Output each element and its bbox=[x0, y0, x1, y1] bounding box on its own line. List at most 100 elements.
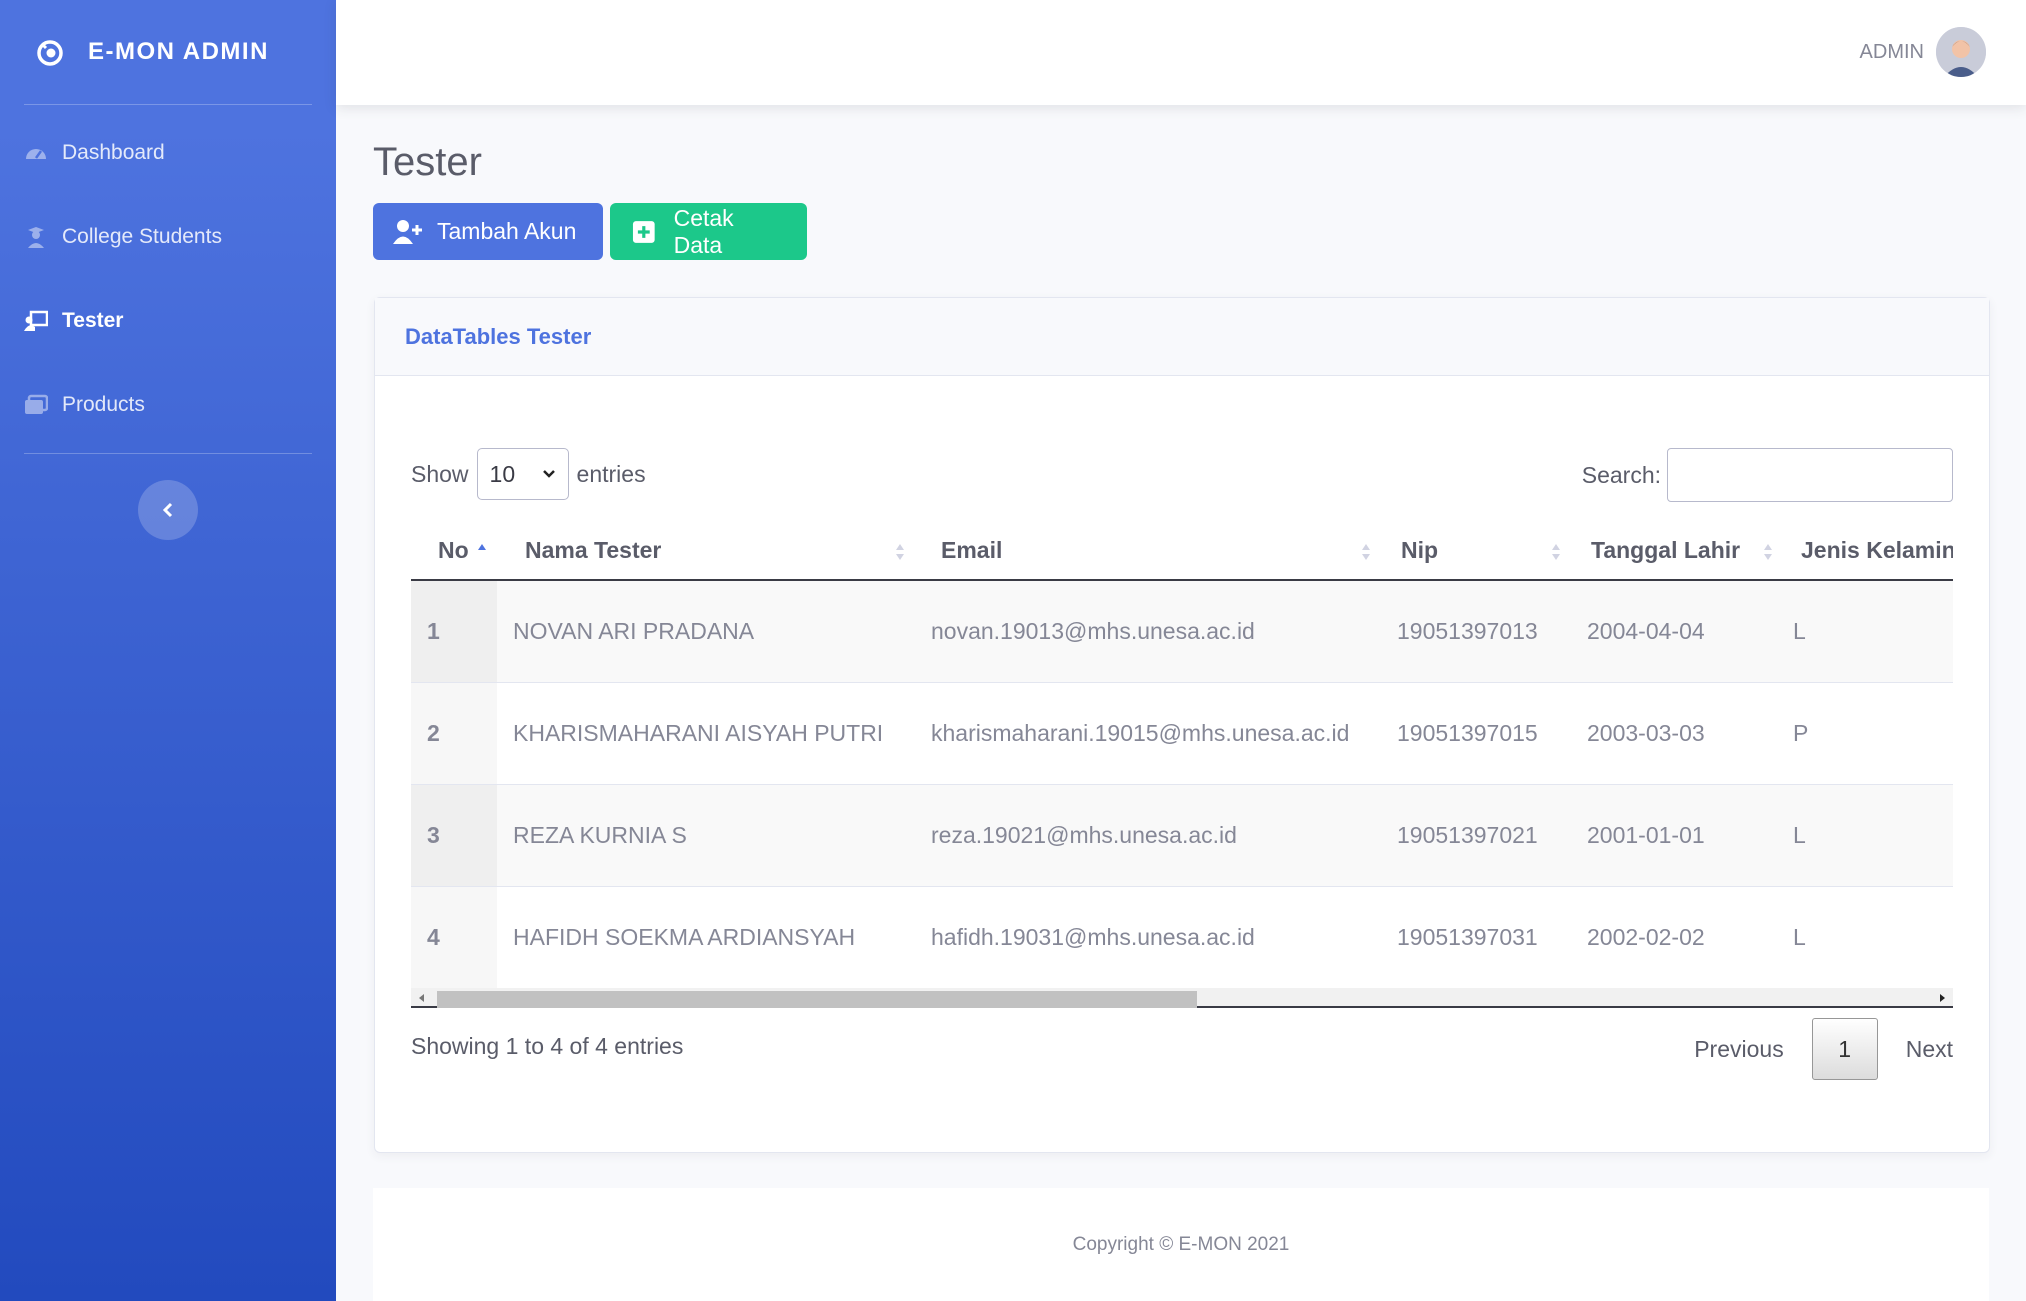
sidebar-item-dashboard[interactable]: Dashboard bbox=[0, 111, 336, 195]
cell-name: NOVAN ARI PRADANA bbox=[497, 580, 915, 683]
chevron-down-icon bbox=[542, 470, 555, 478]
column-header-tanggal-lahir[interactable]: Tanggal Lahir bbox=[1571, 522, 1777, 581]
cell-nip: 19051397015 bbox=[1381, 682, 1571, 785]
avatar-icon bbox=[1936, 27, 1986, 77]
sidebar-item-college-students[interactable]: College Students bbox=[0, 195, 336, 279]
chevron-left-icon bbox=[162, 502, 173, 518]
user-plus-icon bbox=[393, 219, 422, 244]
card-header: DataTables Tester bbox=[375, 298, 1989, 376]
previous-page-button[interactable]: Previous bbox=[1694, 1036, 1783, 1063]
cell-email: reza.19021@mhs.unesa.ac.id bbox=[915, 784, 1381, 887]
add-account-label: Tambah Akun bbox=[437, 218, 577, 244]
username: ADMIN bbox=[1859, 40, 1924, 63]
page-title: Tester bbox=[373, 140, 482, 184]
brand-link[interactable]: E-MON ADMIN bbox=[0, 0, 336, 104]
sort-asc-icon bbox=[478, 544, 486, 550]
search-input[interactable] bbox=[1667, 448, 1953, 502]
entries-select-value: 10 bbox=[489, 460, 516, 487]
cell-name: REZA KURNIA S bbox=[497, 784, 915, 887]
sidebar-item-label: College Students bbox=[62, 225, 222, 248]
cell-birthdate: 2004-04-04 bbox=[1571, 580, 1777, 683]
cell-birthdate: 2001-01-01 bbox=[1571, 784, 1777, 887]
entries-label: entries bbox=[576, 460, 646, 487]
cell-birthdate: 2003-03-03 bbox=[1571, 682, 1777, 785]
show-entries: Show 10 entries bbox=[411, 448, 646, 500]
cell-no: 2 bbox=[411, 682, 497, 785]
print-data-button[interactable]: Cetak Data bbox=[610, 203, 807, 260]
cell-birthdate: 2002-02-02 bbox=[1571, 886, 1777, 989]
avatar bbox=[1936, 27, 1986, 77]
sidebar-item-label: Products bbox=[62, 393, 145, 416]
column-header-label: Email bbox=[941, 537, 1003, 563]
cell-no: 1 bbox=[411, 580, 497, 683]
sidebar-toggle-button[interactable] bbox=[138, 480, 198, 540]
column-header-nip[interactable]: Nip bbox=[1381, 522, 1571, 581]
datatable-controls: Show 10 entries Search: bbox=[411, 448, 1953, 502]
print-data-label: Cetak Data bbox=[673, 204, 734, 258]
cell-name: KHARISMAHARANI AISYAH PUTRI bbox=[497, 682, 915, 785]
search: Search: bbox=[1582, 448, 1953, 502]
search-label: Search: bbox=[1581, 461, 1661, 488]
card-title: DataTables Tester bbox=[405, 323, 592, 349]
cell-email: novan.19013@mhs.unesa.ac.id bbox=[915, 580, 1381, 683]
column-header-nama-tester[interactable]: Nama Tester bbox=[497, 522, 915, 581]
footer: Copyright © E-MON 2021 bbox=[373, 1188, 1989, 1301]
user-dropdown[interactable]: ADMIN bbox=[1860, 27, 1986, 77]
table-row: 3 REZA KURNIA S reza.19021@mhs.unesa.ac.… bbox=[411, 784, 1953, 887]
column-header-jenis-kelamin[interactable]: Jenis Kelamin bbox=[1777, 522, 1953, 581]
cell-gender: L bbox=[1777, 886, 1953, 989]
scroll-left-arrow-icon[interactable] bbox=[417, 993, 427, 1003]
images-icon bbox=[25, 394, 48, 414]
cell-gender: L bbox=[1777, 580, 1953, 683]
entries-select[interactable]: 10 bbox=[476, 448, 569, 500]
sidebar-item-label: Tester bbox=[62, 309, 124, 332]
sidebar-divider bbox=[24, 453, 312, 454]
brand-title: E-MON ADMIN bbox=[88, 38, 269, 65]
page-button-current[interactable]: 1 bbox=[1811, 1018, 1878, 1080]
sidebar-item-label: Dashboard bbox=[62, 141, 165, 164]
column-header-label: No bbox=[438, 537, 469, 563]
tachometer-icon bbox=[26, 149, 46, 159]
next-page-button[interactable]: Next bbox=[1906, 1036, 1953, 1063]
cell-gender: L bbox=[1777, 784, 1953, 887]
cell-no: 3 bbox=[411, 784, 497, 887]
sidebar: E-MON ADMIN Dashboard College Students T… bbox=[0, 0, 336, 1301]
user-graduate-icon bbox=[28, 227, 44, 248]
cell-nip: 19051397013 bbox=[1381, 580, 1571, 683]
table-row: 4 HAFIDH SOEKMA ARDIANSYAH hafidh.19031@… bbox=[411, 886, 1953, 989]
cell-nip: 19051397021 bbox=[1381, 784, 1571, 887]
sort-icon bbox=[896, 544, 904, 560]
cell-gender: P bbox=[1777, 682, 1953, 785]
sort-icon bbox=[1764, 544, 1772, 560]
show-label: Show bbox=[411, 460, 469, 487]
cell-nip: 19051397031 bbox=[1381, 886, 1571, 989]
column-header-email[interactable]: Email bbox=[915, 522, 1381, 581]
data-table: No Nama Tester Email Nip Tanggal Lahir J… bbox=[411, 522, 1953, 989]
sidebar-item-tester[interactable]: Tester bbox=[0, 279, 336, 363]
cell-name: HAFIDH SOEKMA ARDIANSYAH bbox=[497, 886, 915, 989]
cell-no: 4 bbox=[411, 886, 497, 989]
column-header-label: Nip bbox=[1401, 537, 1439, 563]
pagination: Previous 1 Next bbox=[1694, 1018, 1953, 1080]
column-header-label: Nama Tester bbox=[525, 537, 662, 563]
scrollbar-thumb[interactable] bbox=[437, 991, 1197, 1008]
table-scroll-area: No Nama Tester Email Nip Tanggal Lahir J… bbox=[411, 522, 1953, 989]
topbar: ADMIN bbox=[336, 0, 2026, 105]
table-row: 1 NOVAN ARI PRADANA novan.19013@mhs.unes… bbox=[411, 580, 1953, 683]
column-header-label: Jenis Kelamin bbox=[1801, 537, 1953, 563]
horizontal-scrollbar[interactable] bbox=[411, 988, 1953, 1008]
add-account-button[interactable]: Tambah Akun bbox=[373, 203, 603, 260]
datatable-card: DataTables Tester Show 10 entries Search… bbox=[374, 297, 1990, 1153]
column-header-label: Tanggal Lahir bbox=[1591, 537, 1741, 563]
table-info: Showing 1 to 4 of 4 entries bbox=[411, 1033, 684, 1059]
chalkboard-teacher-icon bbox=[24, 310, 48, 331]
scroll-right-arrow-icon[interactable] bbox=[1937, 993, 1947, 1003]
brand-logo-icon bbox=[37, 40, 63, 66]
cell-email: kharismaharani.19015@mhs.unesa.ac.id bbox=[915, 682, 1381, 785]
cell-email: hafidh.19031@mhs.unesa.ac.id bbox=[915, 886, 1381, 989]
sort-icon bbox=[1552, 544, 1560, 560]
column-header-no[interactable]: No bbox=[411, 522, 497, 581]
plus-square-icon bbox=[632, 220, 655, 243]
sidebar-item-products[interactable]: Products bbox=[0, 363, 336, 447]
table-row: 2 KHARISMAHARANI AISYAH PUTRI kharismaha… bbox=[411, 682, 1953, 785]
